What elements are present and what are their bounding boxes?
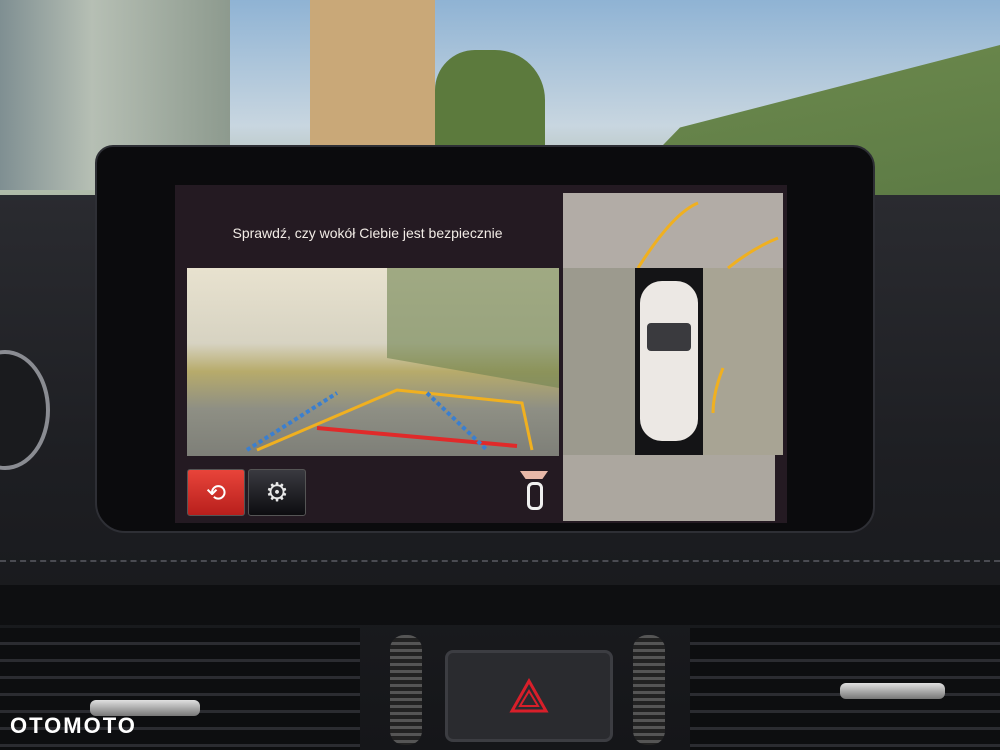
hazard-triangle-icon (509, 678, 549, 713)
background-trees (435, 50, 545, 145)
background-building (310, 0, 435, 145)
bird-eye-view (563, 193, 783, 455)
camera-switch-button[interactable]: ⟲ (187, 469, 245, 516)
dashboard-stitching (0, 560, 1000, 562)
camera-grass (387, 268, 559, 388)
guide-line-red (316, 426, 518, 448)
watermark-logo: OTOMOTO (10, 713, 137, 738)
vent-wheel-right[interactable] (633, 635, 665, 745)
bird-eye-view-rear (563, 455, 775, 521)
parking-guidelines (245, 268, 559, 452)
rear-camera-view (187, 268, 559, 456)
vent-wheel-left[interactable] (390, 635, 422, 745)
gear-icon: ⚙ (265, 477, 289, 508)
safety-message: Sprawdź, czy wokół Ciebie jest bezpieczn… (232, 225, 503, 241)
own-car-icon (640, 281, 698, 441)
infotainment-display: Sprawdź, czy wokół Ciebie jest bezpieczn… (175, 185, 787, 523)
guide-line-yellow (256, 388, 534, 452)
bird-eye-graphics (563, 193, 783, 455)
parking-sensor-car-icon[interactable] (520, 471, 550, 513)
camera-switch-icon: ⟲ (205, 478, 227, 507)
settings-button[interactable]: ⚙ (248, 469, 306, 516)
dashboard-trim (0, 585, 1000, 625)
vent-control-right[interactable] (840, 683, 945, 699)
hazard-button[interactable] (445, 650, 613, 742)
